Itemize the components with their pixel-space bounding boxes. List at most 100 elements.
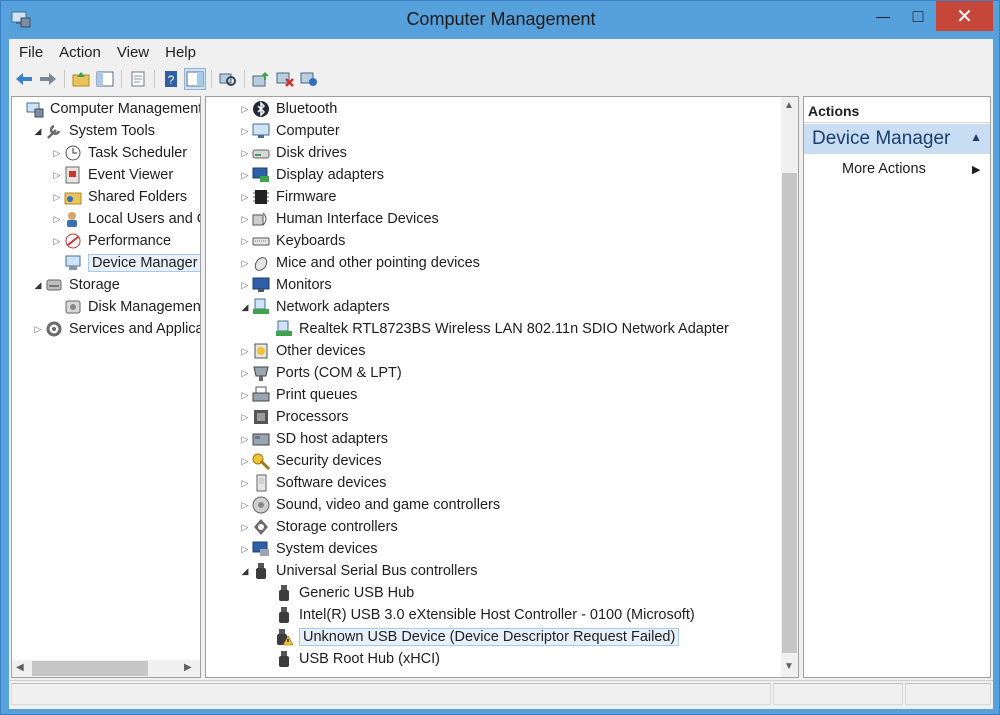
- console-tree-row[interactable]: Computer Management: [12, 98, 200, 120]
- printer-icon: [252, 386, 270, 404]
- menu-view[interactable]: View: [109, 44, 157, 61]
- scroll-up-icon[interactable]: ▲: [784, 100, 794, 111]
- console-tree-row[interactable]: ▷ Local Users and Gr: [50, 208, 200, 230]
- device-tree-row[interactable]: ▷ Disk drives: [238, 142, 347, 164]
- device-tree-row[interactable]: ▷ System devices: [238, 538, 378, 560]
- uninstall-device-button[interactable]: [274, 68, 296, 90]
- horizontal-scroll-thumb[interactable]: [32, 661, 148, 676]
- device-tree-row[interactable]: Generic USB Hub: [261, 582, 414, 604]
- collapsed-arrow-icon[interactable]: ▷: [238, 186, 252, 208]
- network-adapter-icon: [275, 320, 293, 338]
- console-tree-row[interactable]: Device Manager: [50, 252, 200, 274]
- vertical-scroll-thumb[interactable]: [782, 173, 797, 653]
- device-tree-row[interactable]: ▷ Ports (COM & LPT): [238, 362, 402, 384]
- menu-file[interactable]: File: [11, 44, 51, 61]
- back-button[interactable]: [13, 68, 35, 90]
- device-tree-row[interactable]: ▷ Processors: [238, 406, 349, 428]
- maximize-button[interactable]: □: [902, 1, 934, 31]
- collapsed-arrow-icon[interactable]: ▷: [238, 406, 252, 428]
- device-tree-row[interactable]: ▷ SD host adapters: [238, 428, 389, 450]
- device-tree-row[interactable]: ▷ Computer: [238, 120, 340, 142]
- task-scheduler-icon: [64, 144, 82, 162]
- console-tree-row[interactable]: Disk Management: [50, 296, 200, 318]
- scroll-down-icon[interactable]: ▼: [784, 661, 794, 672]
- collapsed-arrow-icon[interactable]: ▷: [238, 384, 252, 406]
- collapsed-arrow-icon[interactable]: ▷: [238, 450, 252, 472]
- device-tree-row[interactable]: ◢ Universal Serial Bus controllers: [238, 560, 477, 582]
- collapsed-arrow-icon[interactable]: ▷: [238, 428, 252, 450]
- scroll-right-icon[interactable]: ▶: [184, 662, 192, 673]
- console-tree-row[interactable]: ▷ Event Viewer: [50, 164, 173, 186]
- expanded-arrow-icon[interactable]: ◢: [238, 296, 252, 318]
- console-tree-row[interactable]: ◢ System Tools: [31, 120, 155, 142]
- device-tree-row[interactable]: Realtek RTL8723BS Wireless LAN 802.11n S…: [261, 318, 729, 340]
- collapsed-arrow-icon[interactable]: ▷: [238, 142, 252, 164]
- collapse-up-icon[interactable]: ▲: [970, 130, 982, 144]
- vertical-scrollbar[interactable]: ▲ ▼: [781, 97, 798, 677]
- device-tree-row[interactable]: USB Root Hub (xHCI): [261, 648, 440, 670]
- console-tree-row[interactable]: ▷ Shared Folders: [50, 186, 188, 208]
- title-bar[interactable]: Computer Management — □ ✕: [1, 1, 1000, 39]
- collapsed-arrow-icon[interactable]: ▷: [238, 252, 252, 274]
- collapsed-arrow-icon[interactable]: ▷: [238, 98, 252, 120]
- collapsed-arrow-icon[interactable]: ▷: [238, 340, 252, 362]
- close-button[interactable]: ✕: [936, 1, 993, 31]
- collapsed-arrow-icon[interactable]: ▷: [238, 164, 252, 186]
- expanded-arrow-icon[interactable]: ◢: [31, 274, 45, 296]
- device-tree-row[interactable]: ▷ Sound, video and game controllers: [238, 494, 500, 516]
- device-tree-row[interactable]: ▷ Monitors: [238, 274, 332, 296]
- device-tree-row[interactable]: Intel(R) USB 3.0 eXtensible Host Control…: [261, 604, 695, 626]
- device-tree-row[interactable]: Unknown USB Device (Device Descriptor Re…: [261, 626, 680, 648]
- collapsed-arrow-icon[interactable]: ▷: [238, 362, 252, 384]
- device-tree-label: Intel(R) USB 3.0 eXtensible Host Control…: [299, 607, 695, 623]
- enable-device-button[interactable]: [298, 68, 320, 90]
- device-tree-row[interactable]: ▷ Software devices: [238, 472, 386, 494]
- collapsed-arrow-icon[interactable]: ▷: [50, 142, 64, 164]
- device-tree-row[interactable]: ▷ Security devices: [238, 450, 382, 472]
- device-tree-row[interactable]: ▷ Print queues: [238, 384, 357, 406]
- collapsed-arrow-icon[interactable]: ▷: [50, 230, 64, 252]
- collapsed-arrow-icon[interactable]: ▷: [50, 164, 64, 186]
- collapsed-arrow-icon[interactable]: ▷: [31, 318, 45, 340]
- update-driver-button[interactable]: [250, 68, 272, 90]
- collapsed-arrow-icon[interactable]: ▷: [238, 120, 252, 142]
- horizontal-scrollbar[interactable]: ◀ ▶: [12, 660, 200, 677]
- menu-action[interactable]: Action: [51, 44, 109, 61]
- expanded-arrow-icon[interactable]: ◢: [31, 120, 45, 142]
- console-tree-row[interactable]: ▷ Task Scheduler: [50, 142, 188, 164]
- collapsed-arrow-icon[interactable]: ▷: [50, 208, 64, 230]
- device-tree-row[interactable]: ▷ Storage controllers: [238, 516, 398, 538]
- menu-help[interactable]: Help: [157, 44, 204, 61]
- device-tree-row[interactable]: ▷ Mice and other pointing devices: [238, 252, 480, 274]
- device-tree-row[interactable]: ▷ Display adapters: [238, 164, 384, 186]
- collapsed-arrow-icon[interactable]: ▷: [238, 208, 252, 230]
- device-tree-row[interactable]: ▷ Bluetooth: [238, 98, 337, 120]
- show-hide-tree-button[interactable]: [94, 68, 116, 90]
- collapsed-arrow-icon[interactable]: ▷: [238, 274, 252, 296]
- console-tree-row[interactable]: ▷ Services and Applicat: [31, 318, 200, 340]
- device-tree-row[interactable]: ▷ Firmware: [238, 186, 337, 208]
- collapsed-arrow-icon[interactable]: ▷: [238, 230, 252, 252]
- up-one-level-button[interactable]: [70, 68, 92, 90]
- properties-button[interactable]: [127, 68, 149, 90]
- collapsed-arrow-icon[interactable]: ▷: [238, 538, 252, 560]
- scan-hardware-button[interactable]: [217, 68, 239, 90]
- show-action-pane-button[interactable]: [184, 68, 206, 90]
- collapsed-arrow-icon[interactable]: ▷: [50, 186, 64, 208]
- expanded-arrow-icon[interactable]: ◢: [238, 560, 252, 582]
- console-tree-row[interactable]: ▷ Performance: [50, 230, 171, 252]
- collapsed-arrow-icon[interactable]: ▷: [238, 472, 252, 494]
- scroll-left-icon[interactable]: ◀: [16, 662, 24, 673]
- more-actions-item[interactable]: More Actions: [842, 161, 926, 177]
- help-button[interactable]: ?: [160, 68, 182, 90]
- actions-device-manager-section[interactable]: Device Manager ▲: [804, 124, 990, 154]
- device-tree-row[interactable]: ▷ Human Interface Devices: [238, 208, 439, 230]
- device-tree-row[interactable]: ◢ Network adapters: [238, 296, 390, 318]
- minimize-button[interactable]: —: [867, 1, 899, 31]
- collapsed-arrow-icon[interactable]: ▷: [238, 494, 252, 516]
- collapsed-arrow-icon[interactable]: ▷: [238, 516, 252, 538]
- device-tree-row[interactable]: ▷ Keyboards: [238, 230, 346, 252]
- device-tree-row[interactable]: ▷ Other devices: [238, 340, 366, 362]
- forward-button[interactable]: [37, 68, 59, 90]
- console-tree-row[interactable]: ◢ Storage: [31, 274, 120, 296]
